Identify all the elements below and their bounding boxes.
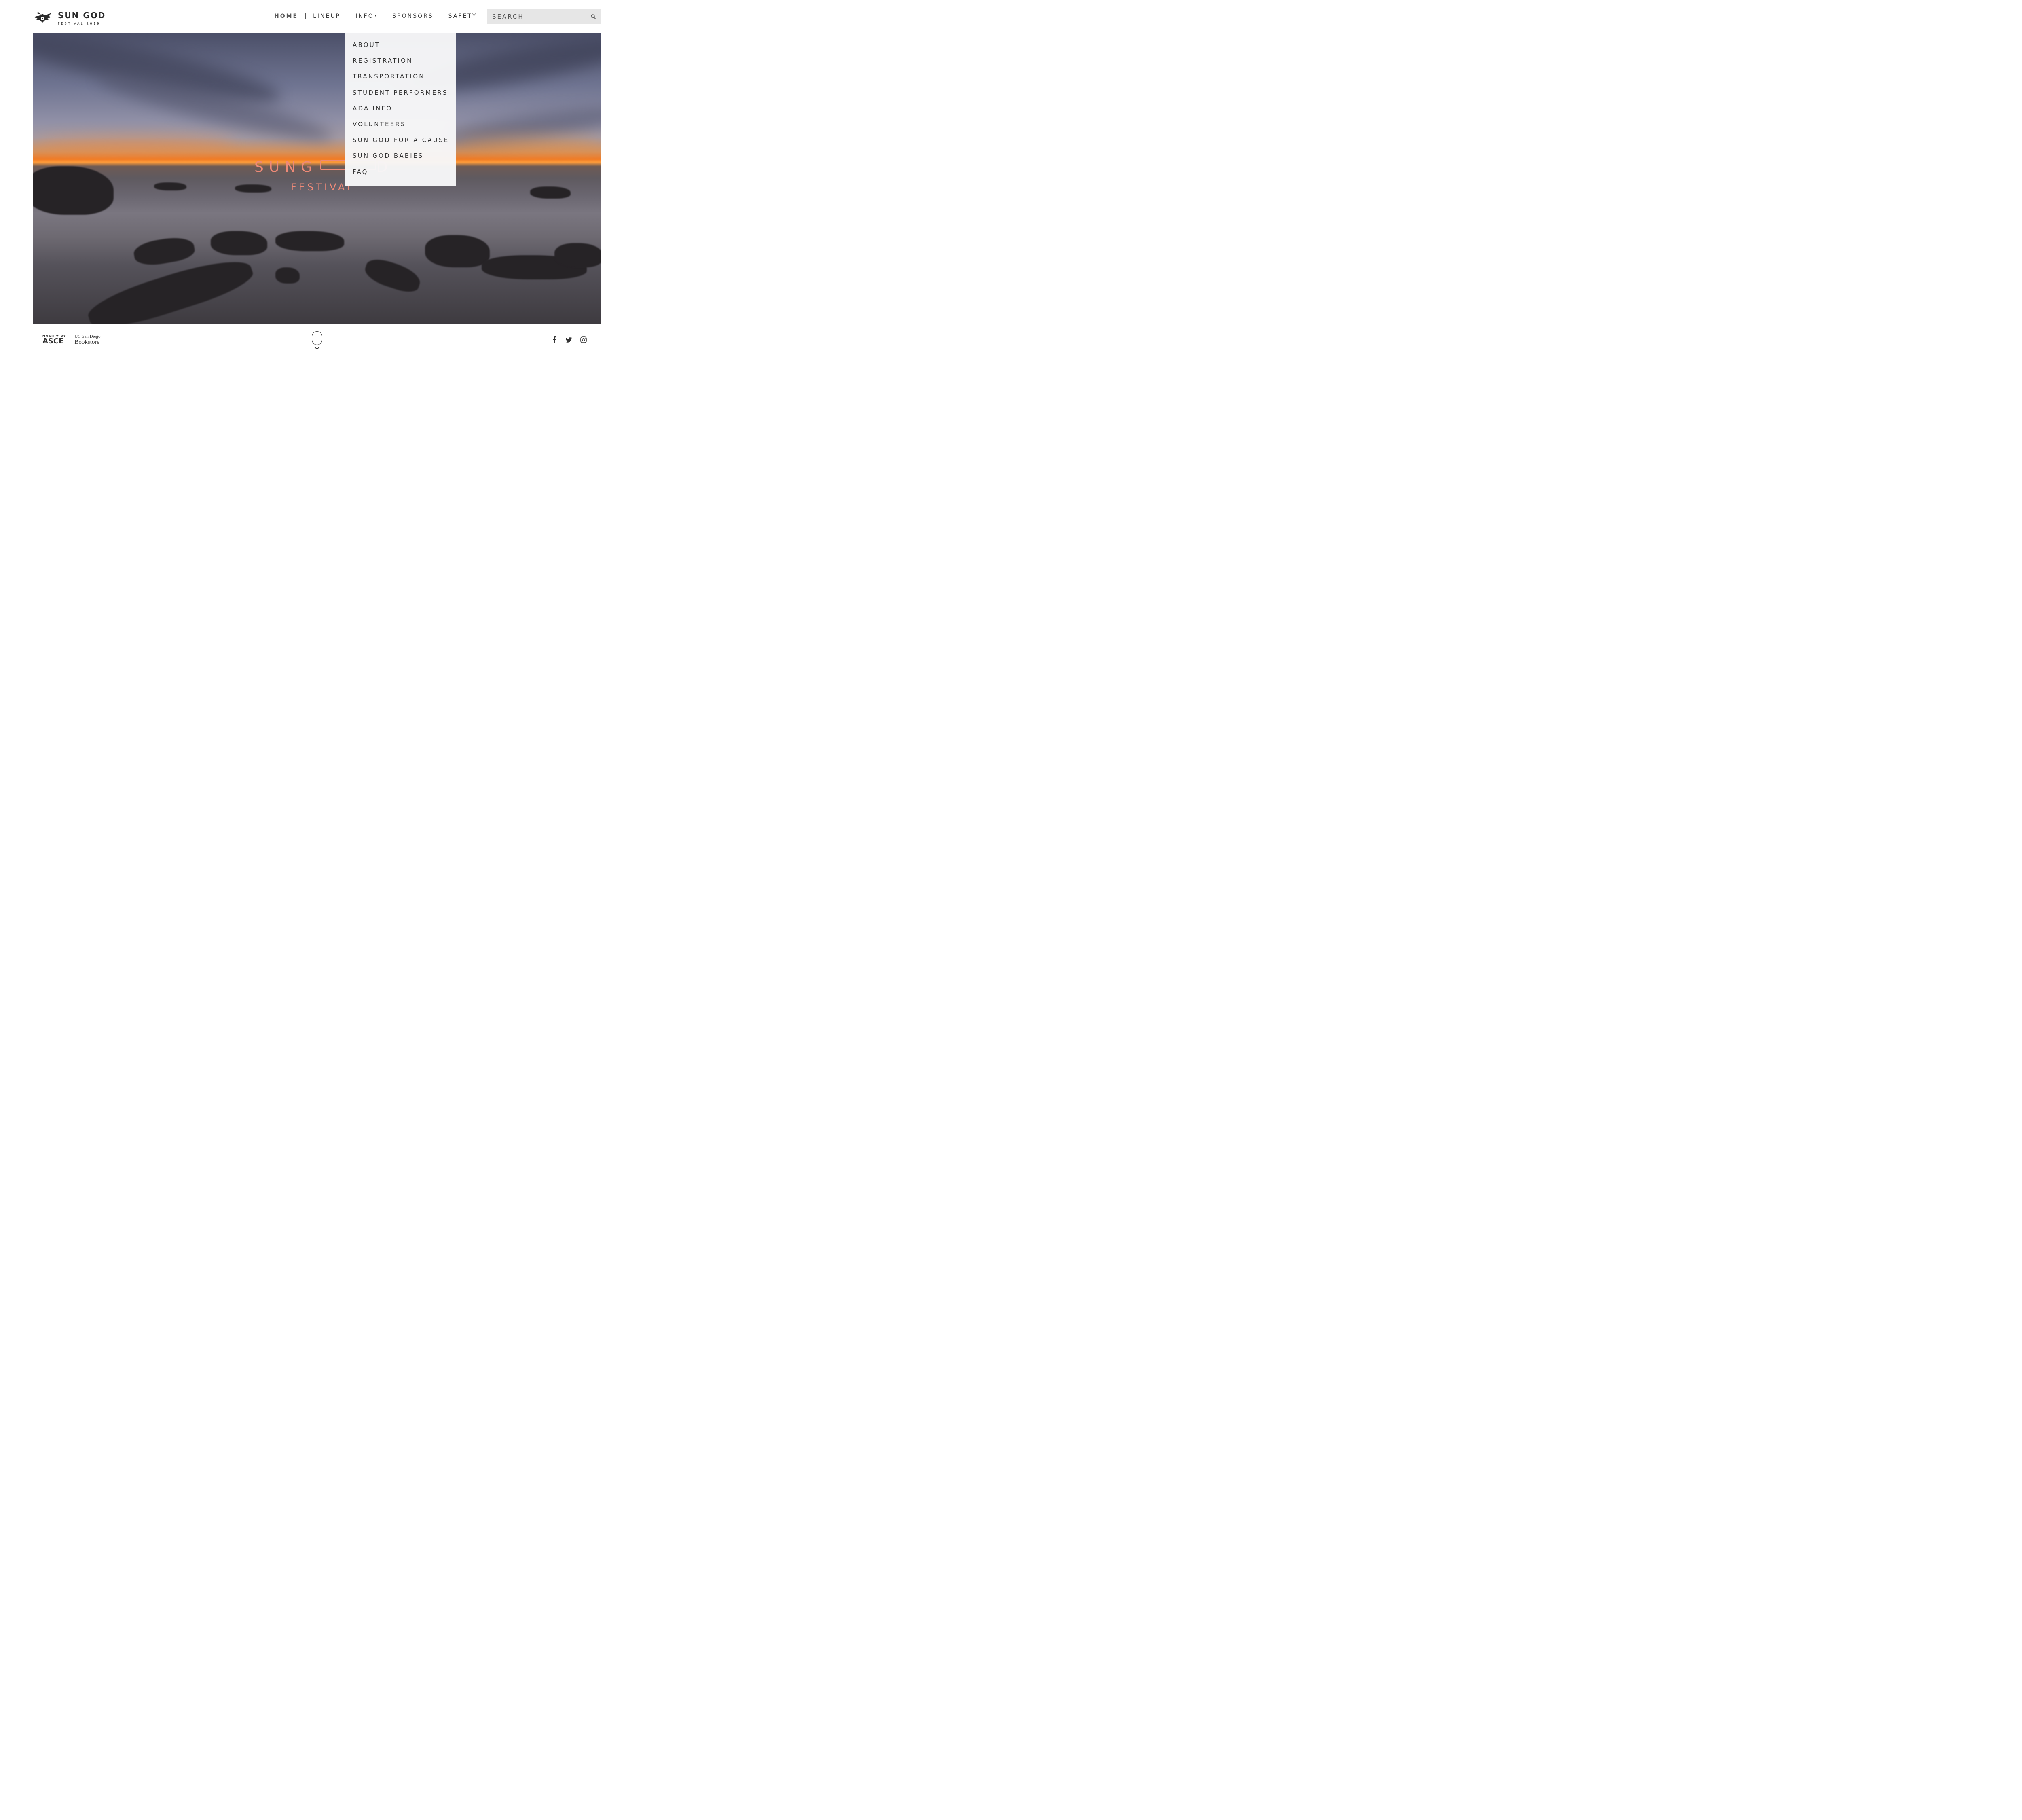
- logo-subtitle: FESTIVAL 2019: [58, 21, 101, 25]
- nav-info[interactable]: INFO ▾: [348, 13, 385, 19]
- hero-rock: [362, 255, 423, 296]
- nav-info-label: INFO: [355, 13, 374, 19]
- nav-lineup[interactable]: LINEUP: [306, 13, 348, 19]
- twitter-icon[interactable]: [565, 337, 572, 345]
- page: SUN GOD FESTIVAL 2019 HOME LINEUP INFO ▾ …: [0, 0, 634, 357]
- hero-banner: SUNGD FESTIVAL: [33, 33, 601, 324]
- menu-item-volunteers[interactable]: VOLUNTEERS: [345, 120, 456, 135]
- menu-item-sun-god-babies[interactable]: SUN GOD BABIES: [345, 151, 456, 167]
- hero-rock: [132, 234, 197, 269]
- menu-item-student-performers[interactable]: STUDENT PERFORMERS: [345, 88, 456, 104]
- site-logo[interactable]: SUN GOD FESTIVAL 2019: [33, 10, 106, 26]
- menu-item-faq[interactable]: FAQ: [345, 167, 456, 183]
- hero-rock: [235, 184, 271, 193]
- facebook-icon[interactable]: [552, 336, 557, 345]
- hero-rock: [275, 231, 344, 251]
- menu-item-ada-info[interactable]: ADA INFO: [345, 104, 456, 120]
- asce-logo: ASCE: [42, 337, 64, 345]
- scroll-mouse-icon[interactable]: [312, 331, 322, 345]
- nav-sponsors[interactable]: SPONSORS: [385, 13, 440, 19]
- menu-item-transportation[interactable]: TRANSPORTATION: [345, 72, 456, 88]
- footer-credit[interactable]: MUCH ♥ BY ASCE UC San Diego Bookstore: [42, 334, 101, 345]
- hero-rock: [554, 243, 601, 267]
- bookstore-label: Bookstore: [74, 339, 99, 345]
- hero-cloud: [457, 136, 601, 152]
- search-box: [487, 9, 601, 24]
- menu-item-about[interactable]: ABOUT: [345, 40, 456, 56]
- search-input[interactable]: [492, 13, 589, 20]
- chevron-down-icon[interactable]: [314, 346, 320, 350]
- menu-item-sun-god-for-a-cause[interactable]: SUN GOD FOR A CAUSE: [345, 135, 456, 151]
- social-links: [552, 336, 595, 345]
- nav-safety[interactable]: SAFETY: [441, 13, 484, 19]
- hero-rock: [425, 235, 490, 267]
- instagram-icon[interactable]: [580, 336, 587, 345]
- hero-rock: [33, 166, 114, 215]
- hero-cloud: [33, 136, 235, 152]
- menu-item-registration[interactable]: REGISTRATION: [345, 56, 456, 72]
- hero-rock: [530, 186, 571, 199]
- sun-god-wings-icon: [34, 12, 51, 23]
- info-dropdown-menu: ABOUT REGISTRATION TRANSPORTATION STUDEN…: [345, 33, 456, 186]
- main-nav: HOME LINEUP INFO ▾ SPONSORS SAFETY: [267, 11, 484, 21]
- hero-rock: [211, 231, 267, 255]
- hero-rock: [154, 182, 186, 190]
- logo-title: SUN GOD: [58, 10, 106, 20]
- nav-home[interactable]: HOME: [267, 13, 305, 19]
- hero-rock: [275, 267, 300, 284]
- search-icon[interactable]: [590, 14, 596, 19]
- chevron-down-icon: ▾: [374, 14, 378, 17]
- ucsd-label: UC San Diego: [74, 334, 101, 339]
